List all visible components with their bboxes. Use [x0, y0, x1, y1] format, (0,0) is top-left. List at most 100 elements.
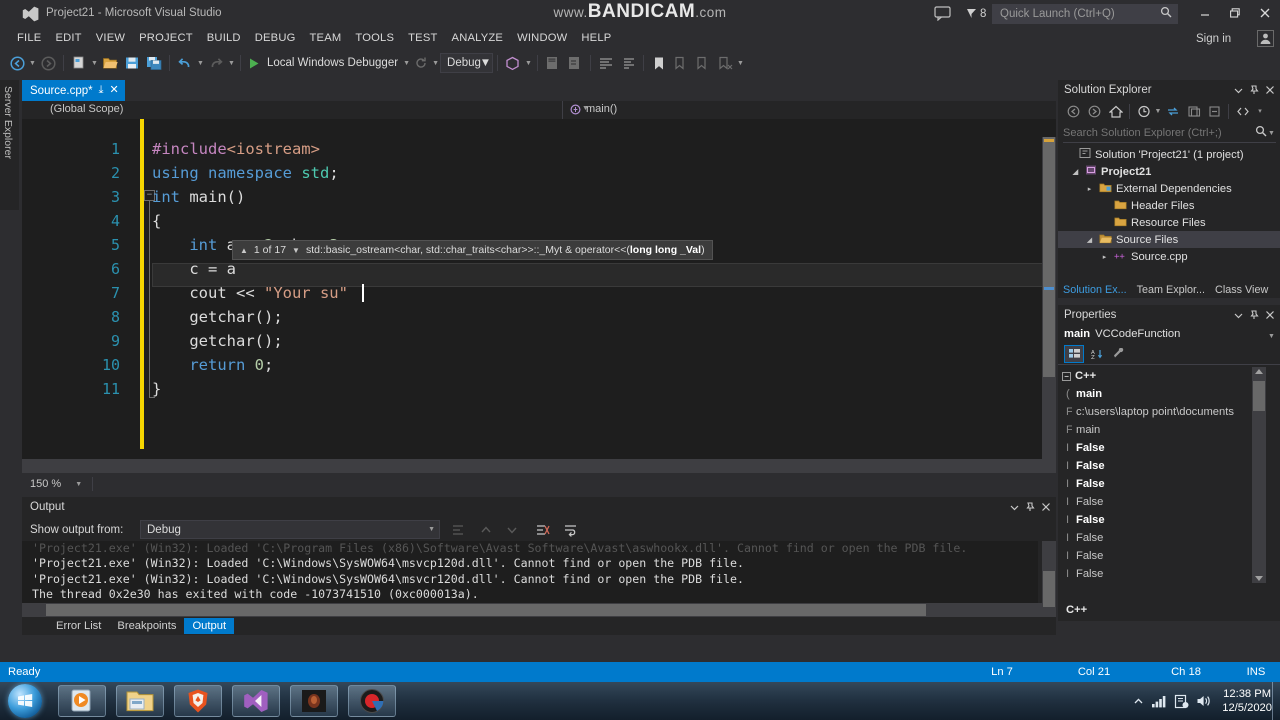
- solution-explorer-search-input[interactable]: [1063, 127, 1255, 139]
- property-row[interactable]: I False: [1058, 565, 1266, 583]
- uncomment-lines-icon[interactable]: [617, 52, 639, 74]
- output-scrollbar-thumb[interactable]: [1043, 571, 1055, 607]
- categorized-view-icon[interactable]: [1064, 344, 1084, 363]
- properties-scrollbar-thumb[interactable]: [1253, 381, 1265, 411]
- alphabetical-view-icon[interactable]: A Z: [1087, 345, 1107, 363]
- refresh-icon[interactable]: [411, 52, 431, 74]
- forward-icon[interactable]: [1084, 101, 1105, 121]
- output-window-dropdown-icon[interactable]: [1006, 499, 1022, 515]
- property-row[interactable]: Fc:\users\laptop point\documents: [1058, 403, 1266, 421]
- tree-twisty-expanded[interactable]: ◢: [1070, 166, 1081, 177]
- platform-target-icon[interactable]: [502, 52, 524, 74]
- volume-icon[interactable]: [1196, 694, 1212, 708]
- menu-team[interactable]: TEAM: [303, 30, 349, 46]
- scroll-down-icon[interactable]: [1255, 576, 1263, 581]
- debugger-dropdown-icon[interactable]: ▼: [402, 52, 411, 74]
- search-options-dropdown-icon[interactable]: ▼: [1267, 122, 1276, 144]
- output-horizontal-scrollbar[interactable]: [22, 603, 1042, 617]
- search-icon[interactable]: [1160, 5, 1172, 23]
- tree-twisty-collapsed[interactable]: ▸: [1084, 183, 1095, 194]
- editor-vertical-scrollbar[interactable]: [1042, 137, 1056, 491]
- property-value[interactable]: False: [1072, 550, 1103, 562]
- quick-launch-input[interactable]: [993, 8, 1160, 20]
- collapse-category-icon[interactable]: −: [1062, 371, 1071, 381]
- property-row[interactable]: I False: [1058, 457, 1266, 475]
- property-value[interactable]: False: [1072, 532, 1103, 544]
- pending-changes-icon[interactable]: [1133, 101, 1154, 121]
- toggle-word-wrap-icon[interactable]: [562, 522, 578, 538]
- code-surface[interactable]: − 1 #include<iostream> 2 using namespace s…: [22, 119, 1056, 491]
- menu-view[interactable]: VIEW: [89, 30, 132, 46]
- menu-help[interactable]: HELP: [574, 30, 618, 46]
- tree-item-solution[interactable]: Solution 'Project21' (1 project): [1058, 146, 1280, 163]
- show-output-from-dropdown-icon[interactable]: ▼: [428, 526, 435, 533]
- new-project-dropdown-icon[interactable]: ▼: [90, 52, 99, 74]
- show-all-files-icon[interactable]: [1232, 101, 1253, 121]
- taskbar-item-visual-studio[interactable]: [232, 685, 280, 717]
- tree-twisty[interactable]: [1099, 200, 1110, 211]
- menu-file[interactable]: FILE: [10, 30, 48, 46]
- back-icon[interactable]: [1063, 101, 1084, 121]
- property-row[interactable]: I False: [1058, 511, 1266, 529]
- notifications-indicator[interactable]: 8: [966, 5, 986, 22]
- open-file-icon[interactable]: [99, 52, 121, 74]
- next-bookmark-icon[interactable]: [692, 52, 714, 74]
- menu-tools[interactable]: TOOLS: [348, 30, 401, 46]
- minimize-button[interactable]: [1192, 2, 1218, 24]
- scope-combo-value[interactable]: (Global Scope): [50, 103, 560, 115]
- pin-icon[interactable]: ⤓: [99, 85, 104, 96]
- send-feedback-icon[interactable]: [934, 5, 952, 22]
- action-center-icon[interactable]: [1174, 694, 1189, 709]
- tab-error-list[interactable]: Error List: [48, 618, 109, 634]
- bookmark-icon[interactable]: [648, 52, 670, 74]
- member-combo[interactable]: main(): [570, 103, 617, 115]
- close-button[interactable]: [1252, 2, 1278, 24]
- property-value[interactable]: False: [1072, 478, 1105, 490]
- editor-horizontal-scrollbar[interactable]: [22, 459, 1042, 473]
- maximize-button[interactable]: [1222, 2, 1248, 24]
- tree-twisty-collapsed[interactable]: ▸: [1099, 251, 1110, 262]
- signature-prev-icon[interactable]: ▲: [240, 246, 248, 255]
- solution-explorer-overflow-icon[interactable]: ▾: [1255, 100, 1265, 122]
- redo-icon[interactable]: [205, 52, 227, 74]
- toolbar-overflow-icon[interactable]: ▼: [736, 52, 745, 74]
- undo-icon[interactable]: [174, 52, 196, 74]
- clear-all-icon[interactable]: [534, 522, 550, 538]
- output-pin-icon[interactable]: [1022, 499, 1038, 515]
- properties-category-row[interactable]: − C++: [1058, 367, 1266, 385]
- navigate-backward-icon[interactable]: [6, 52, 28, 74]
- property-value[interactable]: False: [1072, 514, 1105, 526]
- zoom-level-value[interactable]: 150 %: [22, 478, 61, 490]
- collapse-all-icon[interactable]: [1204, 101, 1225, 121]
- redo-dropdown-icon[interactable]: ▼: [227, 52, 236, 74]
- find-in-files-icon[interactable]: [542, 52, 564, 74]
- navigate-backward-dropdown-icon[interactable]: ▼: [28, 52, 37, 74]
- pending-changes-dropdown-icon[interactable]: ▼: [1154, 100, 1162, 122]
- new-project-icon[interactable]: [68, 52, 90, 74]
- menu-window[interactable]: WINDOW: [510, 30, 574, 46]
- tree-twisty-expanded[interactable]: ◢: [1084, 234, 1095, 245]
- go-to-next-message-icon[interactable]: [504, 522, 520, 538]
- tree-item-header-files[interactable]: Header Files: [1058, 197, 1280, 214]
- tree-item-project[interactable]: ◢ Project21: [1058, 163, 1280, 180]
- local-windows-debugger-button[interactable]: Local Windows Debugger: [263, 57, 402, 69]
- show-output-from-combo[interactable]: Debug ▼: [140, 520, 440, 539]
- previous-bookmark-icon[interactable]: [670, 52, 692, 74]
- menu-test[interactable]: TEST: [401, 30, 444, 46]
- home-icon[interactable]: [1105, 101, 1126, 121]
- property-row[interactable]: (main: [1058, 385, 1266, 403]
- tree-twisty[interactable]: [1064, 149, 1075, 160]
- intellisense-signature-help[interactable]: ▲ 1 of 17 ▼ std::basic_ostream<char, std…: [232, 240, 713, 260]
- properties-object-selector[interactable]: main VCCodeFunction ▼: [1058, 325, 1280, 343]
- solution-configuration-combo[interactable]: Debug ▼: [440, 53, 493, 73]
- taskbar-item-brave-browser[interactable]: [174, 685, 222, 717]
- menu-project[interactable]: PROJECT: [132, 30, 200, 46]
- solution-explorer-close-icon[interactable]: [1262, 82, 1278, 98]
- step-into-icon[interactable]: [564, 52, 586, 74]
- start-button[interactable]: [8, 684, 42, 718]
- tree-item-resource-files[interactable]: Resource Files: [1058, 214, 1280, 231]
- tree-item-source-files[interactable]: ◢ Source Files: [1058, 231, 1280, 248]
- find-message-icon[interactable]: [450, 522, 466, 538]
- document-tab-source-cpp[interactable]: Source.cpp* ⤓ ✕: [22, 80, 125, 101]
- solution-explorer-dropdown-icon[interactable]: [1230, 82, 1246, 98]
